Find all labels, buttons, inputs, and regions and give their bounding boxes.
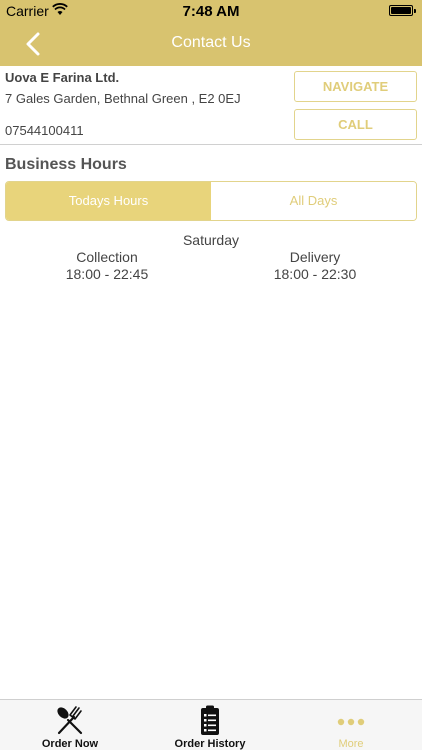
tab-order-history[interactable]: Order History [140,700,280,750]
collection-label: Collection [76,249,138,265]
collection-hours: Collection 18:00 - 22:45 [7,249,207,283]
navigate-button[interactable]: NAVIGATE [294,71,417,102]
tab-more-label: More [338,738,364,750]
tab-more[interactable]: More [281,700,421,750]
business-name: Uova E Farina Ltd. [5,70,120,85]
tab-bar: Order Now Order History More [0,699,422,750]
tab-order-history-label: Order History [174,738,246,750]
page-title: Contact Us [171,34,251,51]
more-dots-icon [337,718,365,726]
status-bar: Carrier 7:48 AM [0,0,422,22]
delivery-label: Delivery [289,249,341,265]
status-time: 7:48 AM [182,3,240,20]
hours-segmented-control: Todays Hours All Days [5,181,417,221]
tab-todays-hours[interactable]: Todays Hours [6,182,211,220]
call-button[interactable]: CALL [294,109,417,140]
tab-order-now-label: Order Now [41,738,99,750]
collection-time: 18:00 - 22:45 [65,266,149,282]
hours-day: Saturday [182,232,240,248]
business-info: Uova E Farina Ltd. 7 Gales Garden, Bethn… [0,66,422,145]
delivery-hours: Delivery 18:00 - 22:30 [215,249,415,283]
business-phone[interactable]: 07544100411 [5,123,84,138]
business-address: 7 Gales Garden, Bethnal Green , E2 0EJ [5,91,241,106]
clipboard-list-icon [201,705,219,735]
tab-all-days[interactable]: All Days [211,182,416,220]
tab-order-now[interactable]: Order Now [0,700,140,750]
navigation-bar: Contact Us [0,22,422,66]
delivery-time: 18:00 - 22:30 [273,266,357,282]
fork-spoon-icon [57,706,83,735]
battery-icon [389,5,416,16]
business-hours-heading: Business Hours [5,156,127,173]
